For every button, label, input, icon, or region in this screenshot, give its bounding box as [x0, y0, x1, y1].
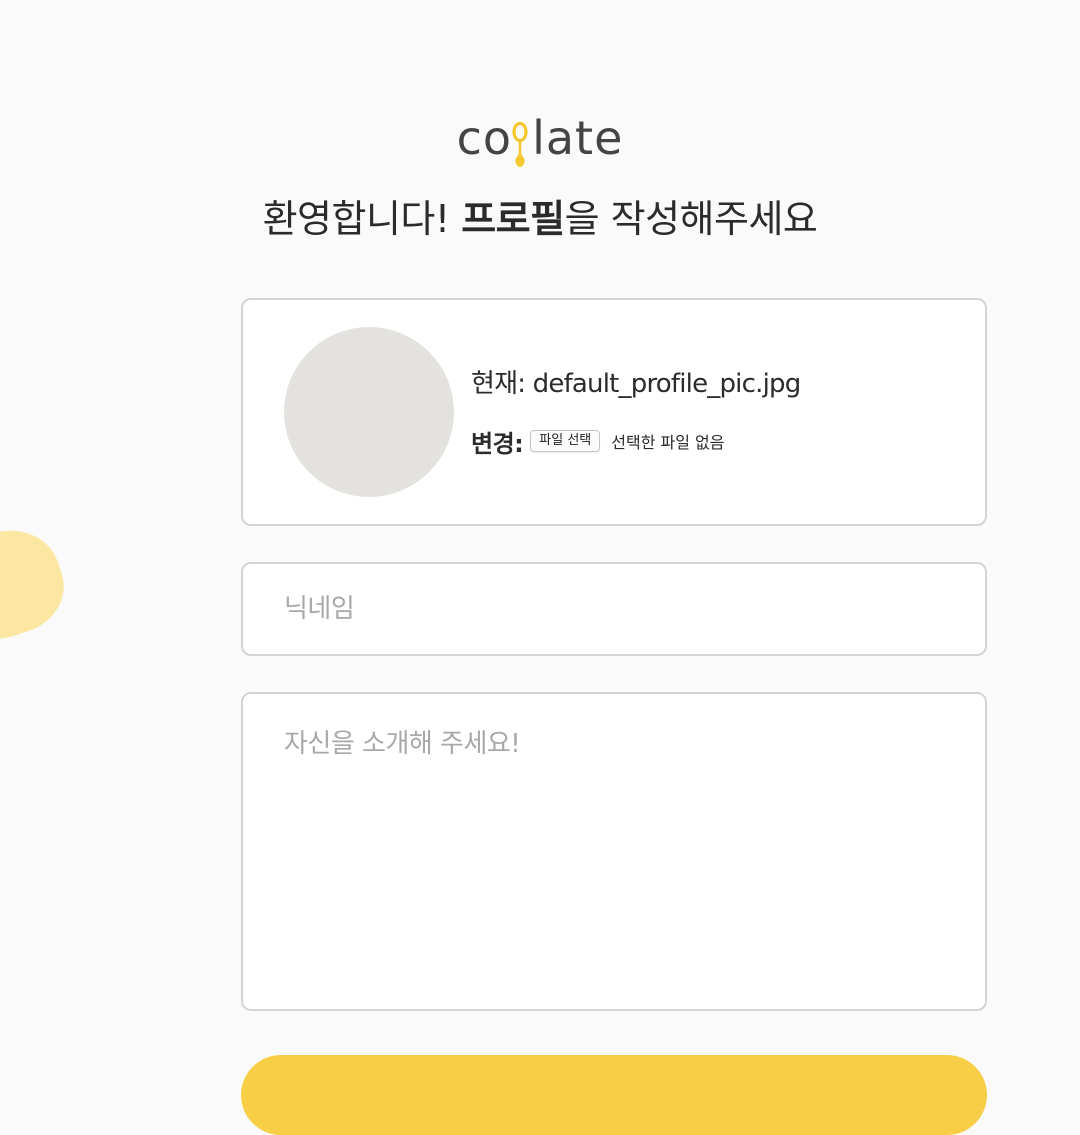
spoon-icon: [512, 112, 531, 168]
title-bold: 프로필: [461, 197, 565, 241]
current-picture-label: 현재:: [471, 369, 533, 399]
title-suffix: 을 작성해주세요: [564, 197, 818, 241]
change-picture-line: 변경: 파일 선택 선택한 파일 없음: [471, 424, 724, 458]
title-prefix: 환영합니다!: [262, 197, 462, 241]
change-picture-label: 변경:: [471, 429, 524, 458]
profile-picture-card: 현재: default_profile_pic.jpg 변경: 파일 선택 선택…: [241, 298, 987, 526]
file-status-text: 선택한 파일 없음: [611, 433, 725, 452]
choose-file-button[interactable]: 파일 선택: [530, 430, 601, 452]
logo-text-start: co: [456, 111, 513, 165]
decorative-blob: [0, 516, 76, 652]
introduction-textarea[interactable]: [284, 726, 944, 986]
submit-button[interactable]: [241, 1055, 987, 1135]
current-picture-filename: default_profile_pic.jpg: [532, 369, 802, 399]
nickname-card: [241, 562, 987, 656]
avatar: [284, 327, 454, 497]
introduction-card: [241, 692, 987, 1011]
nickname-input[interactable]: [284, 589, 944, 629]
logo-text-end: late: [532, 111, 624, 165]
current-picture-line: 현재: default_profile_pic.jpg: [471, 366, 802, 402]
app-logo: co late: [0, 111, 1080, 168]
page-title: 환영합니다! 프로필을 작성해주세요: [0, 194, 1080, 244]
